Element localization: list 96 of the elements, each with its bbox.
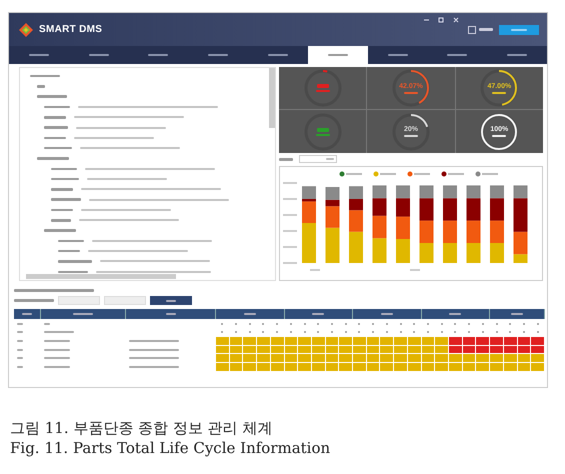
blurred-text — [221, 331, 224, 334]
blurred-text — [44, 322, 50, 325]
blurred-text — [482, 322, 484, 325]
blurred-text — [404, 92, 418, 94]
blurred-text — [14, 299, 54, 302]
blurred-text — [358, 322, 360, 325]
blurred-text — [522, 322, 525, 325]
blurred-text — [51, 208, 73, 212]
blurred-text — [454, 331, 456, 334]
blurred-text — [522, 331, 525, 334]
blurred-text — [276, 331, 278, 334]
blurred-text — [235, 331, 238, 334]
app-logo-text: SMART DMS — [39, 24, 102, 35]
blurred-text — [44, 340, 70, 342]
blurred-text — [235, 322, 238, 325]
blurred-text — [317, 331, 320, 334]
blurred-text — [509, 331, 512, 334]
header-button[interactable] — [499, 24, 539, 34]
blurred-text — [58, 260, 92, 263]
blurred-text — [262, 322, 264, 325]
blurred-text — [454, 322, 456, 325]
blurred-text — [51, 178, 79, 180]
blurred-text — [44, 348, 70, 351]
blurred-text — [492, 135, 506, 138]
nav-tab[interactable] — [308, 46, 368, 64]
blurred-text — [440, 331, 443, 334]
blurred-text — [129, 366, 179, 368]
blurred-text — [316, 90, 330, 92]
blurred-text — [58, 240, 84, 242]
blurred-text — [479, 28, 493, 31]
blurred-text — [44, 126, 68, 129]
user-icon[interactable] — [468, 26, 476, 34]
blurred-text — [536, 322, 539, 325]
blurred-text — [248, 331, 251, 334]
blurred-text — [344, 322, 347, 325]
blurred-text — [44, 106, 70, 108]
blurred-text — [426, 322, 429, 325]
blurred-text — [129, 357, 179, 360]
blurred-text — [468, 322, 470, 325]
blurred-text — [37, 95, 67, 98]
blurred-text — [536, 331, 539, 334]
blurred-text — [44, 146, 72, 150]
blurred-text — [37, 157, 69, 160]
blurred-text — [372, 322, 374, 325]
blurred-text — [304, 331, 306, 334]
blurred-text — [358, 331, 360, 334]
search-button[interactable] — [150, 296, 192, 305]
blurred-text — [413, 331, 416, 334]
blurred-text — [58, 250, 80, 252]
blurred-text — [51, 168, 77, 170]
blurred-text — [326, 158, 334, 160]
blurred-text — [221, 322, 224, 325]
blurred-text — [404, 135, 418, 138]
blurred-text — [426, 331, 429, 334]
blurred-text — [44, 366, 70, 368]
blurred-text — [413, 322, 416, 325]
blurred-text — [304, 322, 306, 325]
blurred-text — [44, 136, 66, 140]
blurred-text — [44, 229, 76, 232]
blurred-text — [279, 158, 293, 161]
blurred-text — [51, 198, 81, 201]
blurred-text — [129, 348, 179, 351]
blurred-text — [51, 188, 73, 191]
blurred-text — [262, 331, 264, 334]
blurred-text — [317, 322, 320, 325]
figure-caption: 그림 11. 부품단종 종합 정보 관리 체계 — [10, 418, 274, 438]
blurred-text — [129, 340, 179, 342]
blurred-text — [440, 322, 443, 325]
scrollbar[interactable] — [269, 68, 275, 128]
blurred-text — [30, 74, 60, 78]
blurred-text — [400, 322, 402, 325]
figure-caption: Fig. 11. Parts Total Life Cycle Information — [10, 438, 332, 458]
blurred-text — [51, 219, 71, 222]
blurred-text — [44, 116, 66, 119]
blurred-text — [248, 322, 251, 325]
blurred-text — [276, 322, 278, 325]
blurred-text — [44, 357, 70, 360]
blurred-text — [344, 331, 347, 334]
blurred-text — [400, 331, 402, 334]
blurred-text — [316, 128, 329, 132]
scrollbar[interactable] — [26, 274, 176, 279]
blurred-text — [468, 331, 470, 334]
blurred-text — [386, 331, 388, 334]
blurred-text — [58, 270, 88, 274]
blurred-text — [386, 322, 388, 325]
blurred-text — [37, 85, 45, 88]
blurred-text — [482, 331, 484, 334]
blurred-text — [372, 331, 374, 334]
blurred-text — [492, 92, 506, 94]
blurred-text — [290, 331, 292, 334]
blurred-text — [316, 84, 329, 88]
blurred-text — [509, 322, 512, 325]
blurred-text — [316, 134, 330, 136]
blurred-text — [44, 331, 74, 334]
blurred-text — [290, 322, 292, 325]
logo-icon — [19, 22, 33, 36]
